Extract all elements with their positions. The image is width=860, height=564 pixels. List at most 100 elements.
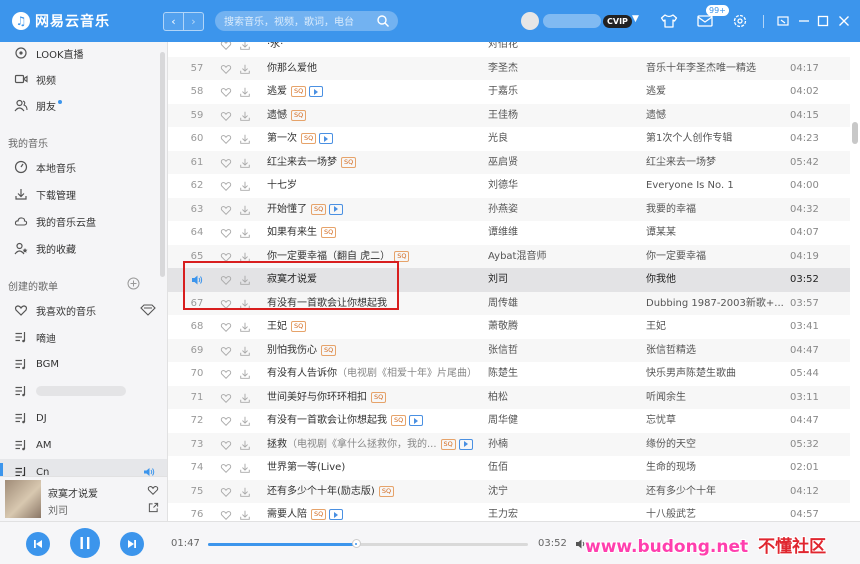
sidebar-item-my-collection[interactable]: 我的收藏 (0, 235, 167, 261)
song-album[interactable]: 逃爱 (646, 80, 784, 104)
mini-mode-icon[interactable] (774, 12, 792, 30)
close-icon[interactable] (835, 12, 853, 30)
download-icon[interactable] (239, 368, 251, 380)
search-input[interactable] (215, 11, 386, 33)
song-title-cell[interactable]: 别怕我伤心 SQ (267, 339, 477, 363)
song-row[interactable]: 70 有没有人告诉你 （电视剧《相爱十年》片尾曲） 陈楚生 快乐男声陈楚生歌曲 05:44 (168, 362, 850, 386)
like-icon[interactable] (147, 484, 159, 496)
progress-thumb[interactable] (351, 539, 361, 548)
song-album[interactable]: 王妃 (646, 315, 784, 339)
mv-play-icon[interactable] (309, 86, 324, 98)
song-album[interactable]: 你我他 (646, 268, 784, 292)
song-title-cell[interactable]: 你那么爱他 (267, 57, 477, 81)
song-album[interactable]: 忘忧草 (646, 409, 784, 433)
song-artist[interactable]: 陈楚生 (488, 362, 618, 386)
user-menu-caret-icon[interactable]: ▼ (632, 14, 639, 24)
song-album[interactable]: 你一定要幸福 (646, 245, 784, 269)
mv-play-icon[interactable] (319, 133, 334, 145)
song-row[interactable]: 74 世界第一等(Live) 伍佰 生命的现场 02:01 (168, 456, 850, 480)
like-icon[interactable] (220, 227, 232, 239)
song-artist[interactable]: 对佰花 (488, 42, 618, 57)
like-icon[interactable] (220, 439, 232, 451)
download-icon[interactable] (239, 204, 251, 216)
pause-button[interactable] (70, 528, 100, 558)
forward-button[interactable]: › (184, 12, 204, 31)
song-album[interactable]: 还有多少个十年 (646, 480, 784, 504)
song-title-cell[interactable]: 红尘来去一场梦 SQ (267, 151, 477, 175)
song-row[interactable]: 76 需要人陪 SQ 王力宏 十八般武艺 04:57 (168, 503, 850, 521)
like-icon[interactable] (220, 63, 232, 75)
sidebar-playlist-dj[interactable]: DJ (0, 405, 167, 431)
song-title-cell[interactable]: 拯救 （电视剧《拿什么拯救你，我的... SQ (267, 433, 477, 457)
download-icon[interactable] (239, 133, 251, 145)
download-icon[interactable] (239, 415, 251, 427)
song-artist[interactable]: 巫启贤 (488, 151, 618, 175)
song-title-cell[interactable]: 还有多少个十年(励志版) SQ (267, 480, 477, 504)
song-artist[interactable]: 柏松 (488, 386, 618, 410)
song-artist[interactable]: 王佳杨 (488, 104, 618, 128)
download-icon[interactable] (239, 110, 251, 122)
maximize-icon[interactable] (814, 12, 832, 30)
song-row[interactable]: 63 开始懂了 SQ 孙燕姿 我要的幸福 04:32 (168, 197, 850, 222)
download-icon[interactable] (239, 42, 251, 51)
minimize-icon[interactable] (795, 12, 813, 30)
song-album[interactable]: Everyone Is No. 1 (646, 174, 784, 198)
song-artist[interactable]: 沈宁 (488, 480, 618, 504)
download-icon[interactable] (239, 63, 251, 75)
sidebar-item-cloud-drive[interactable]: 我的音乐云盘 (0, 208, 167, 234)
song-row[interactable]: 71 世间美好与你环环相扣 SQ 柏松 听闻余生 03:11 (168, 385, 850, 410)
like-icon[interactable] (220, 415, 232, 427)
song-album[interactable]: 生命的现场 (646, 456, 784, 480)
next-button[interactable] (120, 532, 144, 556)
song-row[interactable]: 75 还有多少个十年(励志版) SQ 沈宁 还有多少个十年 04:12 (168, 479, 850, 504)
sidebar-playlist-bgm[interactable]: BGM (0, 351, 167, 377)
now-playing-artist[interactable]: 刘司 (48, 502, 68, 517)
like-icon[interactable] (220, 321, 232, 333)
like-icon[interactable] (220, 486, 232, 498)
song-title-cell[interactable]: 开始懂了 SQ (267, 198, 477, 222)
song-album[interactable]: 听闻余生 (646, 386, 784, 410)
like-icon[interactable] (220, 368, 232, 380)
song-title-cell[interactable]: 有没有人告诉你 （电视剧《相爱十年》片尾曲） (267, 362, 477, 386)
song-row[interactable]: 60 第一次 SQ 光良 第1次个人创作专辑 04:23 (168, 127, 850, 151)
like-icon[interactable] (220, 110, 232, 122)
mv-play-icon[interactable] (329, 509, 344, 521)
song-title-cell[interactable]: 如果有来生 SQ (267, 221, 477, 245)
download-icon[interactable] (239, 157, 251, 169)
song-album[interactable]: 谭某某 (646, 221, 784, 245)
download-icon[interactable] (239, 509, 251, 521)
username-redacted[interactable] (543, 14, 601, 28)
sidebar-item-friends[interactable]: 朋友 (0, 92, 167, 118)
sidebar-playlist-cn[interactable]: Cn (0, 459, 167, 476)
sidebar-scrollbar[interactable] (160, 52, 165, 277)
sidebar-item-local-music[interactable]: 本地音乐 (0, 154, 167, 180)
sidebar-playlist-am[interactable]: AM (0, 432, 167, 458)
song-artist[interactable]: 伍佰 (488, 456, 618, 480)
song-list-scrollbar[interactable] (852, 122, 858, 144)
song-artist[interactable]: 萧敬腾 (488, 315, 618, 339)
song-album[interactable]: 我要的幸福 (646, 198, 784, 222)
vip-badge[interactable]: CVIP (603, 15, 632, 28)
song-album[interactable]: 遗憾 (646, 104, 784, 128)
song-title-cell[interactable]: 有没有一首歌会让你想起我 SQ (267, 409, 477, 433)
like-icon[interactable] (220, 180, 232, 192)
download-icon[interactable] (239, 180, 251, 192)
sidebar-item-look-live[interactable]: LOOK直播 (0, 42, 167, 66)
song-row[interactable]: 58 逃爱 SQ 于嘉乐 逃爱 04:02 (168, 80, 850, 104)
progress-bar[interactable] (208, 539, 528, 548)
sidebar-playlist-1[interactable]: 嘀迪 (0, 324, 167, 350)
song-album[interactable]: 十八般武艺 (646, 503, 784, 521)
like-icon[interactable] (220, 392, 232, 404)
song-title-cell[interactable]: 十七岁 (267, 174, 477, 198)
heart-mode-icon[interactable] (140, 304, 156, 316)
download-icon[interactable] (239, 321, 251, 333)
song-album[interactable]: 红尘来去一场梦 (646, 151, 784, 175)
song-row[interactable]: 62 十七岁 刘德华 Everyone Is No. 1 04:00 (168, 174, 850, 198)
sidebar-playlist-liked-music[interactable]: 我喜欢的音乐 (0, 297, 167, 323)
add-playlist-icon[interactable] (127, 277, 140, 290)
song-artist[interactable]: 王力宏 (488, 503, 618, 521)
share-icon[interactable] (148, 502, 159, 513)
song-artist[interactable]: 于嘉乐 (488, 80, 618, 104)
song-artist[interactable]: 孙楠 (488, 433, 618, 457)
song-artist[interactable]: Aybat混音师 (488, 245, 618, 269)
